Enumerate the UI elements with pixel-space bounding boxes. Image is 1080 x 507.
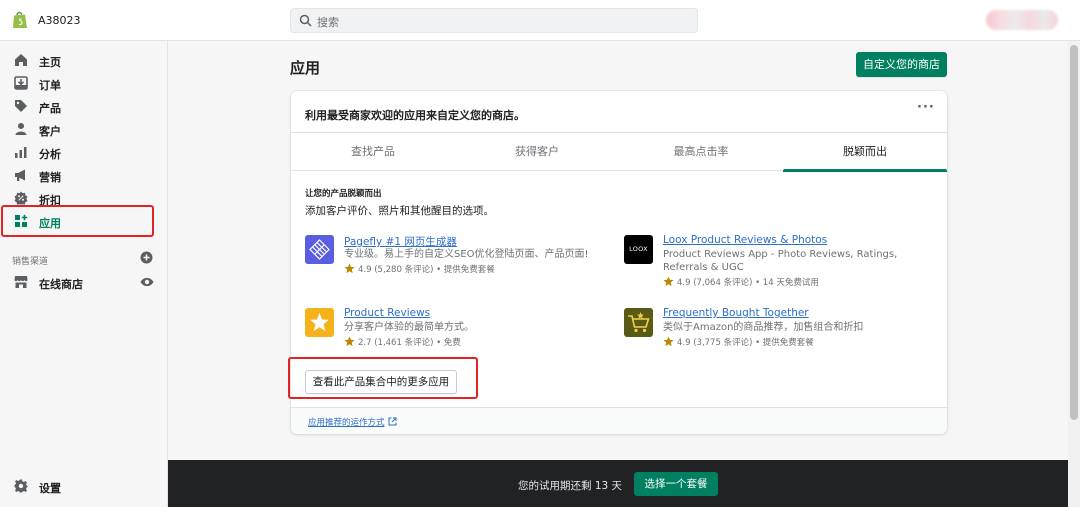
app-rating: 2.7 (1,461 条评论) • 免费	[358, 338, 461, 348]
app-meta: 2.7 (1,461 条评论) • 免费	[344, 336, 461, 348]
sidebar-item-label: 营销	[39, 171, 61, 184]
star-icon	[663, 276, 674, 287]
sidebar-item-label: 客户	[39, 125, 61, 138]
sidebar-item-label: 设置	[39, 482, 61, 495]
apps-highlight-box	[1, 205, 154, 237]
tab-stand-out[interactable]: 脱颖而出	[783, 133, 947, 172]
store-name[interactable]: A38023	[38, 14, 81, 27]
orders-icon	[14, 76, 28, 90]
user-avatar-blurred[interactable]	[986, 10, 1058, 30]
app-description: 类似于Amazon的商品推荐，加售组合和折扣	[663, 322, 864, 333]
app-item-frequently-bought-together[interactable]: Frequently Bought Together 类似于Amazon的商品推…	[624, 307, 924, 368]
more-options-icon[interactable]: ···	[917, 101, 934, 115]
sales-channels-label: 销售渠道	[12, 257, 49, 267]
tab-bar: 查找产品 获得客户 最高点击率 脱颖而出	[291, 132, 947, 172]
app-name[interactable]: Frequently Bought Together	[663, 307, 809, 319]
star-icon	[344, 336, 355, 347]
sidebar-item-label: 在线商店	[39, 278, 83, 291]
app-description: 专业级。易上手的自定义SEO优化登陆页面、产品页面!	[344, 249, 589, 260]
analytics-icon	[14, 145, 28, 159]
section-description: 添加客户评价、照片和其他醒目的选项。	[305, 205, 494, 217]
sidebar-item-label: 产品	[39, 102, 61, 115]
tab-highest-ctr[interactable]: 最高点击率	[619, 133, 783, 171]
customize-store-button[interactable]: 自定义您的商店	[856, 52, 947, 77]
app-meta: 4.9 (7,064 条评论) • 14 天免费试用	[663, 276, 819, 288]
add-channel-icon[interactable]	[140, 251, 153, 264]
app-rating: 4.9 (5,280 条评论) • 提供免费套餐	[358, 265, 495, 275]
app-meta: 4.9 (3,775 条评论) • 提供免费套餐	[663, 336, 814, 348]
trial-remaining-text: 您的试用期还剩 13 天	[518, 480, 623, 492]
sidebar-item-analytics[interactable]: 分析	[0, 141, 168, 164]
megaphone-icon	[14, 168, 28, 182]
tag-icon	[14, 99, 28, 113]
app-description: 分享客户体验的最简单方式。	[344, 322, 474, 333]
cart-logo-icon	[624, 308, 653, 337]
app-item-pagefly[interactable]: Pagefly #1 网页生成器 专业级。易上手的自定义SEO优化登陆页面、产品…	[305, 235, 605, 295]
star-icon	[663, 336, 674, 347]
sidebar-item-marketing[interactable]: 营销	[0, 164, 168, 187]
search-placeholder: 搜索	[317, 16, 339, 29]
discount-icon	[14, 191, 28, 205]
pagefly-logo-icon	[305, 235, 334, 264]
shopify-bag-icon[interactable]	[12, 11, 28, 29]
sidebar-item-products[interactable]: 产品	[0, 95, 168, 118]
app-name[interactable]: Loox Product Reviews & Photos	[663, 234, 827, 246]
page-title: 应用	[290, 59, 321, 77]
external-link-icon	[388, 417, 397, 426]
star-icon	[344, 263, 355, 274]
search-input[interactable]: 搜索	[290, 8, 698, 33]
app-rating: 4.9 (7,064 条评论) • 14 天免费试用	[677, 278, 819, 288]
tab-get-customers[interactable]: 获得客户	[455, 133, 619, 171]
footer-link-text: 应用推荐的运作方式	[308, 418, 385, 428]
eye-icon[interactable]	[140, 276, 154, 288]
sidebar: 主页 订单 产品 客户 分析 营销 折扣 应用 销售渠道 在线商店 设置	[0, 41, 168, 507]
app-name[interactable]: Product Reviews	[344, 307, 430, 319]
how-recommendations-work-link[interactable]: 应用推荐的运作方式	[308, 416, 397, 428]
loox-logo-icon: LOOX	[624, 235, 653, 264]
app-item-loox[interactable]: LOOX Loox Product Reviews & Photos Produ…	[624, 234, 924, 295]
app-rating: 4.9 (3,775 条评论) • 提供免费套餐	[677, 338, 814, 348]
app-meta: 4.9 (5,280 条评论) • 提供免费套餐	[344, 263, 495, 275]
sidebar-item-customers[interactable]: 客户	[0, 118, 168, 141]
app-name[interactable]: Pagefly #1 网页生成器	[344, 234, 457, 249]
sidebar-item-label: 主页	[39, 56, 61, 69]
app-description: Product Reviews App - Photo Reviews, Rat…	[663, 249, 898, 273]
choose-plan-button[interactable]: 选择一个套餐	[634, 472, 718, 496]
scrollbar-thumb[interactable]	[1070, 45, 1078, 420]
trial-bar: 您的试用期还剩 13 天 选择一个套餐	[168, 460, 1068, 507]
sidebar-item-settings[interactable]: 设置	[0, 475, 168, 498]
sidebar-item-orders[interactable]: 订单	[0, 72, 168, 95]
star-logo-icon	[305, 308, 334, 337]
customer-icon	[14, 122, 28, 136]
sidebar-item-home[interactable]: 主页	[0, 49, 168, 72]
tab-find-products[interactable]: 查找产品	[291, 133, 455, 171]
sidebar-item-label: 订单	[39, 79, 61, 92]
store-icon	[14, 275, 28, 289]
gear-icon	[14, 479, 28, 493]
home-icon	[14, 53, 28, 67]
section-heading: 让您的产品脱颖而出	[305, 189, 382, 199]
top-bar: A38023 搜索	[0, 0, 1080, 41]
card-footer: 应用推荐的运作方式	[291, 407, 947, 434]
sidebar-item-label: 分析	[39, 148, 61, 161]
search-icon	[299, 14, 312, 27]
more-apps-highlight-box	[288, 357, 478, 399]
card-title: 利用最受商家欢迎的应用来自定义您的商店。	[305, 109, 525, 122]
